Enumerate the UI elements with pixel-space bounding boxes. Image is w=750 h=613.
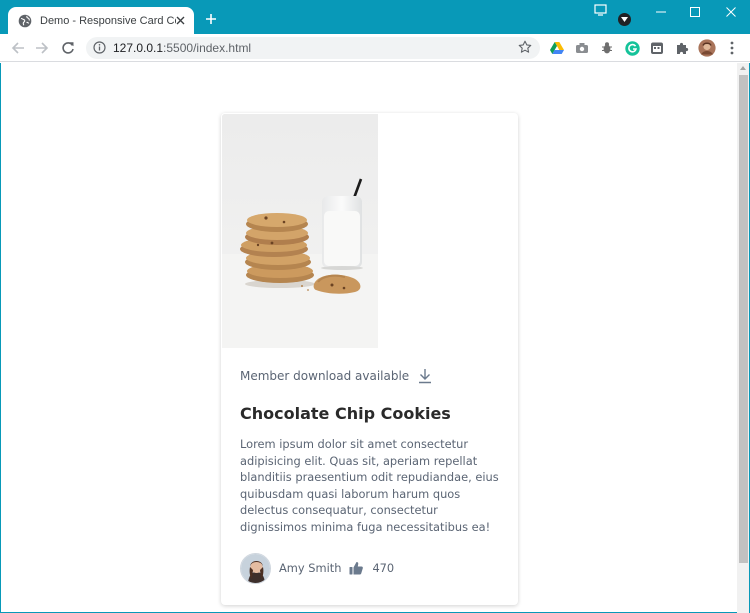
window-close-icon[interactable]: [721, 4, 741, 20]
recipe-card: Member download available Chocolate Chip…: [221, 113, 518, 605]
url-host: 127.0.0.1: [113, 41, 164, 55]
camera-icon[interactable]: [574, 40, 590, 56]
google-drive-icon[interactable]: [549, 40, 565, 56]
reload-icon[interactable]: [59, 39, 77, 57]
cookies-milk-photo: [222, 114, 378, 348]
card-title: Chocolate Chip Cookies: [240, 404, 451, 423]
bug-icon[interactable]: [599, 40, 615, 56]
scroll-thumb[interactable]: [739, 75, 748, 563]
globe-icon: [18, 14, 32, 28]
scroll-up-arrow[interactable]: [740, 66, 746, 70]
card-image: [222, 114, 378, 348]
author-row: Amy Smith 470: [240, 552, 395, 584]
download-label: Member download available: [240, 369, 410, 383]
browser-toolbar: 127.0.0.1:5500/index.html: [0, 34, 750, 62]
maximize-icon[interactable]: [685, 4, 705, 20]
star-icon[interactable]: [518, 40, 533, 55]
info-icon[interactable]: [93, 41, 107, 55]
url-path: :5500/index.html: [163, 41, 252, 55]
minimize-icon[interactable]: [651, 4, 671, 20]
arrow-left-icon[interactable]: [9, 39, 27, 57]
download-icon[interactable]: [418, 368, 432, 384]
more-vert-icon[interactable]: [724, 40, 740, 56]
author-name[interactable]: Amy Smith: [279, 561, 341, 575]
thumbs-up-icon[interactable]: [349, 561, 364, 575]
card-description: Lorem ipsum dolor sit amet consectetur a…: [240, 437, 499, 534]
browser-tab[interactable]: Demo - Responsive Card Compo: [8, 7, 194, 34]
calendar-icon[interactable]: [649, 40, 665, 56]
chevron-down-icon[interactable]: [618, 13, 631, 26]
tab-title: Demo - Responsive Card Compo: [40, 14, 176, 27]
media-indicator-icon[interactable]: [594, 3, 608, 16]
arrow-right-icon[interactable]: [33, 39, 51, 57]
avatar[interactable]: [240, 552, 271, 584]
title-bar: Demo - Responsive Card Compo: [0, 0, 750, 34]
puzzle-icon[interactable]: [674, 40, 690, 56]
like-count: 470: [372, 561, 395, 575]
address-bar[interactable]: 127.0.0.1:5500/index.html: [86, 37, 540, 59]
plus-icon[interactable]: [203, 11, 219, 27]
download-row[interactable]: Member download available: [240, 368, 432, 384]
url-text: 127.0.0.1:5500/index.html: [113, 41, 251, 55]
close-icon[interactable]: [173, 13, 187, 27]
page-viewport: Member download available Chocolate Chip…: [0, 63, 737, 613]
vertical-scrollbar[interactable]: [737, 63, 750, 613]
profile-avatar[interactable]: [698, 39, 716, 57]
grammarly-icon[interactable]: [624, 40, 640, 56]
